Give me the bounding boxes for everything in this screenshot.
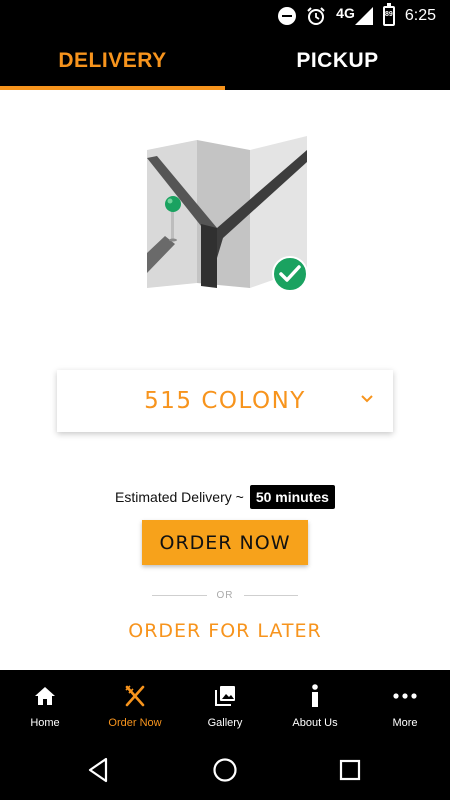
nav-item-about-us[interactable]: About Us [270,670,360,738]
back-icon[interactable] [86,757,112,783]
nav-label-more: More [392,717,418,729]
divider-line-left [152,595,207,596]
home-icon [33,684,57,708]
delivery-estimate: Estimated Delivery ~ 50 minutes [0,485,450,509]
tab-delivery[interactable]: DELIVERY [0,32,225,90]
divider-line-right [243,595,298,596]
battery-level: 89 [384,11,393,18]
order-now-button[interactable]: ORDER NOW [142,520,308,565]
or-label: OR [216,590,234,601]
gallery-icon [213,684,237,708]
system-nav-bar [0,738,450,800]
tab-bar: DELIVERY PICKUP [0,32,450,90]
nav-label-gallery: Gallery [207,717,243,729]
or-divider: OR [152,590,298,601]
nav-item-home[interactable]: Home [0,670,90,738]
info-icon [303,684,327,708]
nav-item-more[interactable]: More [360,670,450,738]
status-bar: 4G 89 6:25 [0,0,450,32]
screen: 4G 89 6:25 DELIVERY PICKUP 515 COLONY Es… [0,0,450,800]
map-illustration [135,128,320,298]
location-dropdown[interactable]: 515 COLONY [57,370,393,432]
network-type: 4G [336,5,355,21]
bottom-nav: Home Order Now Gallery About Us More [0,670,450,738]
signal-icon: 4G [336,5,373,25]
alarm-icon [306,6,326,26]
recents-icon[interactable] [337,757,363,783]
estimate-label: Estimated Delivery ~ [115,489,244,505]
chevron-down-icon [361,395,373,403]
utensils-icon [123,684,147,708]
clock: 6:25 [404,7,436,24]
nav-item-gallery[interactable]: Gallery [180,670,270,738]
nav-label-about-us: About Us [292,717,338,729]
nav-item-order-now[interactable]: Order Now [90,670,180,738]
battery-icon: 89 [382,3,395,26]
location-name: 515 COLONY [144,388,306,414]
do-not-disturb-icon [278,7,297,25]
home-button-icon[interactable] [212,757,238,783]
tab-pickup[interactable]: PICKUP [225,32,450,90]
estimate-badge: 50 minutes [249,485,335,509]
status-icons: 4G 89 6:25 [278,0,436,32]
more-icon [393,684,417,708]
order-for-later-link[interactable]: ORDER FOR LATER [0,620,450,642]
nav-label-order-now: Order Now [108,717,162,729]
nav-label-home: Home [30,717,60,729]
